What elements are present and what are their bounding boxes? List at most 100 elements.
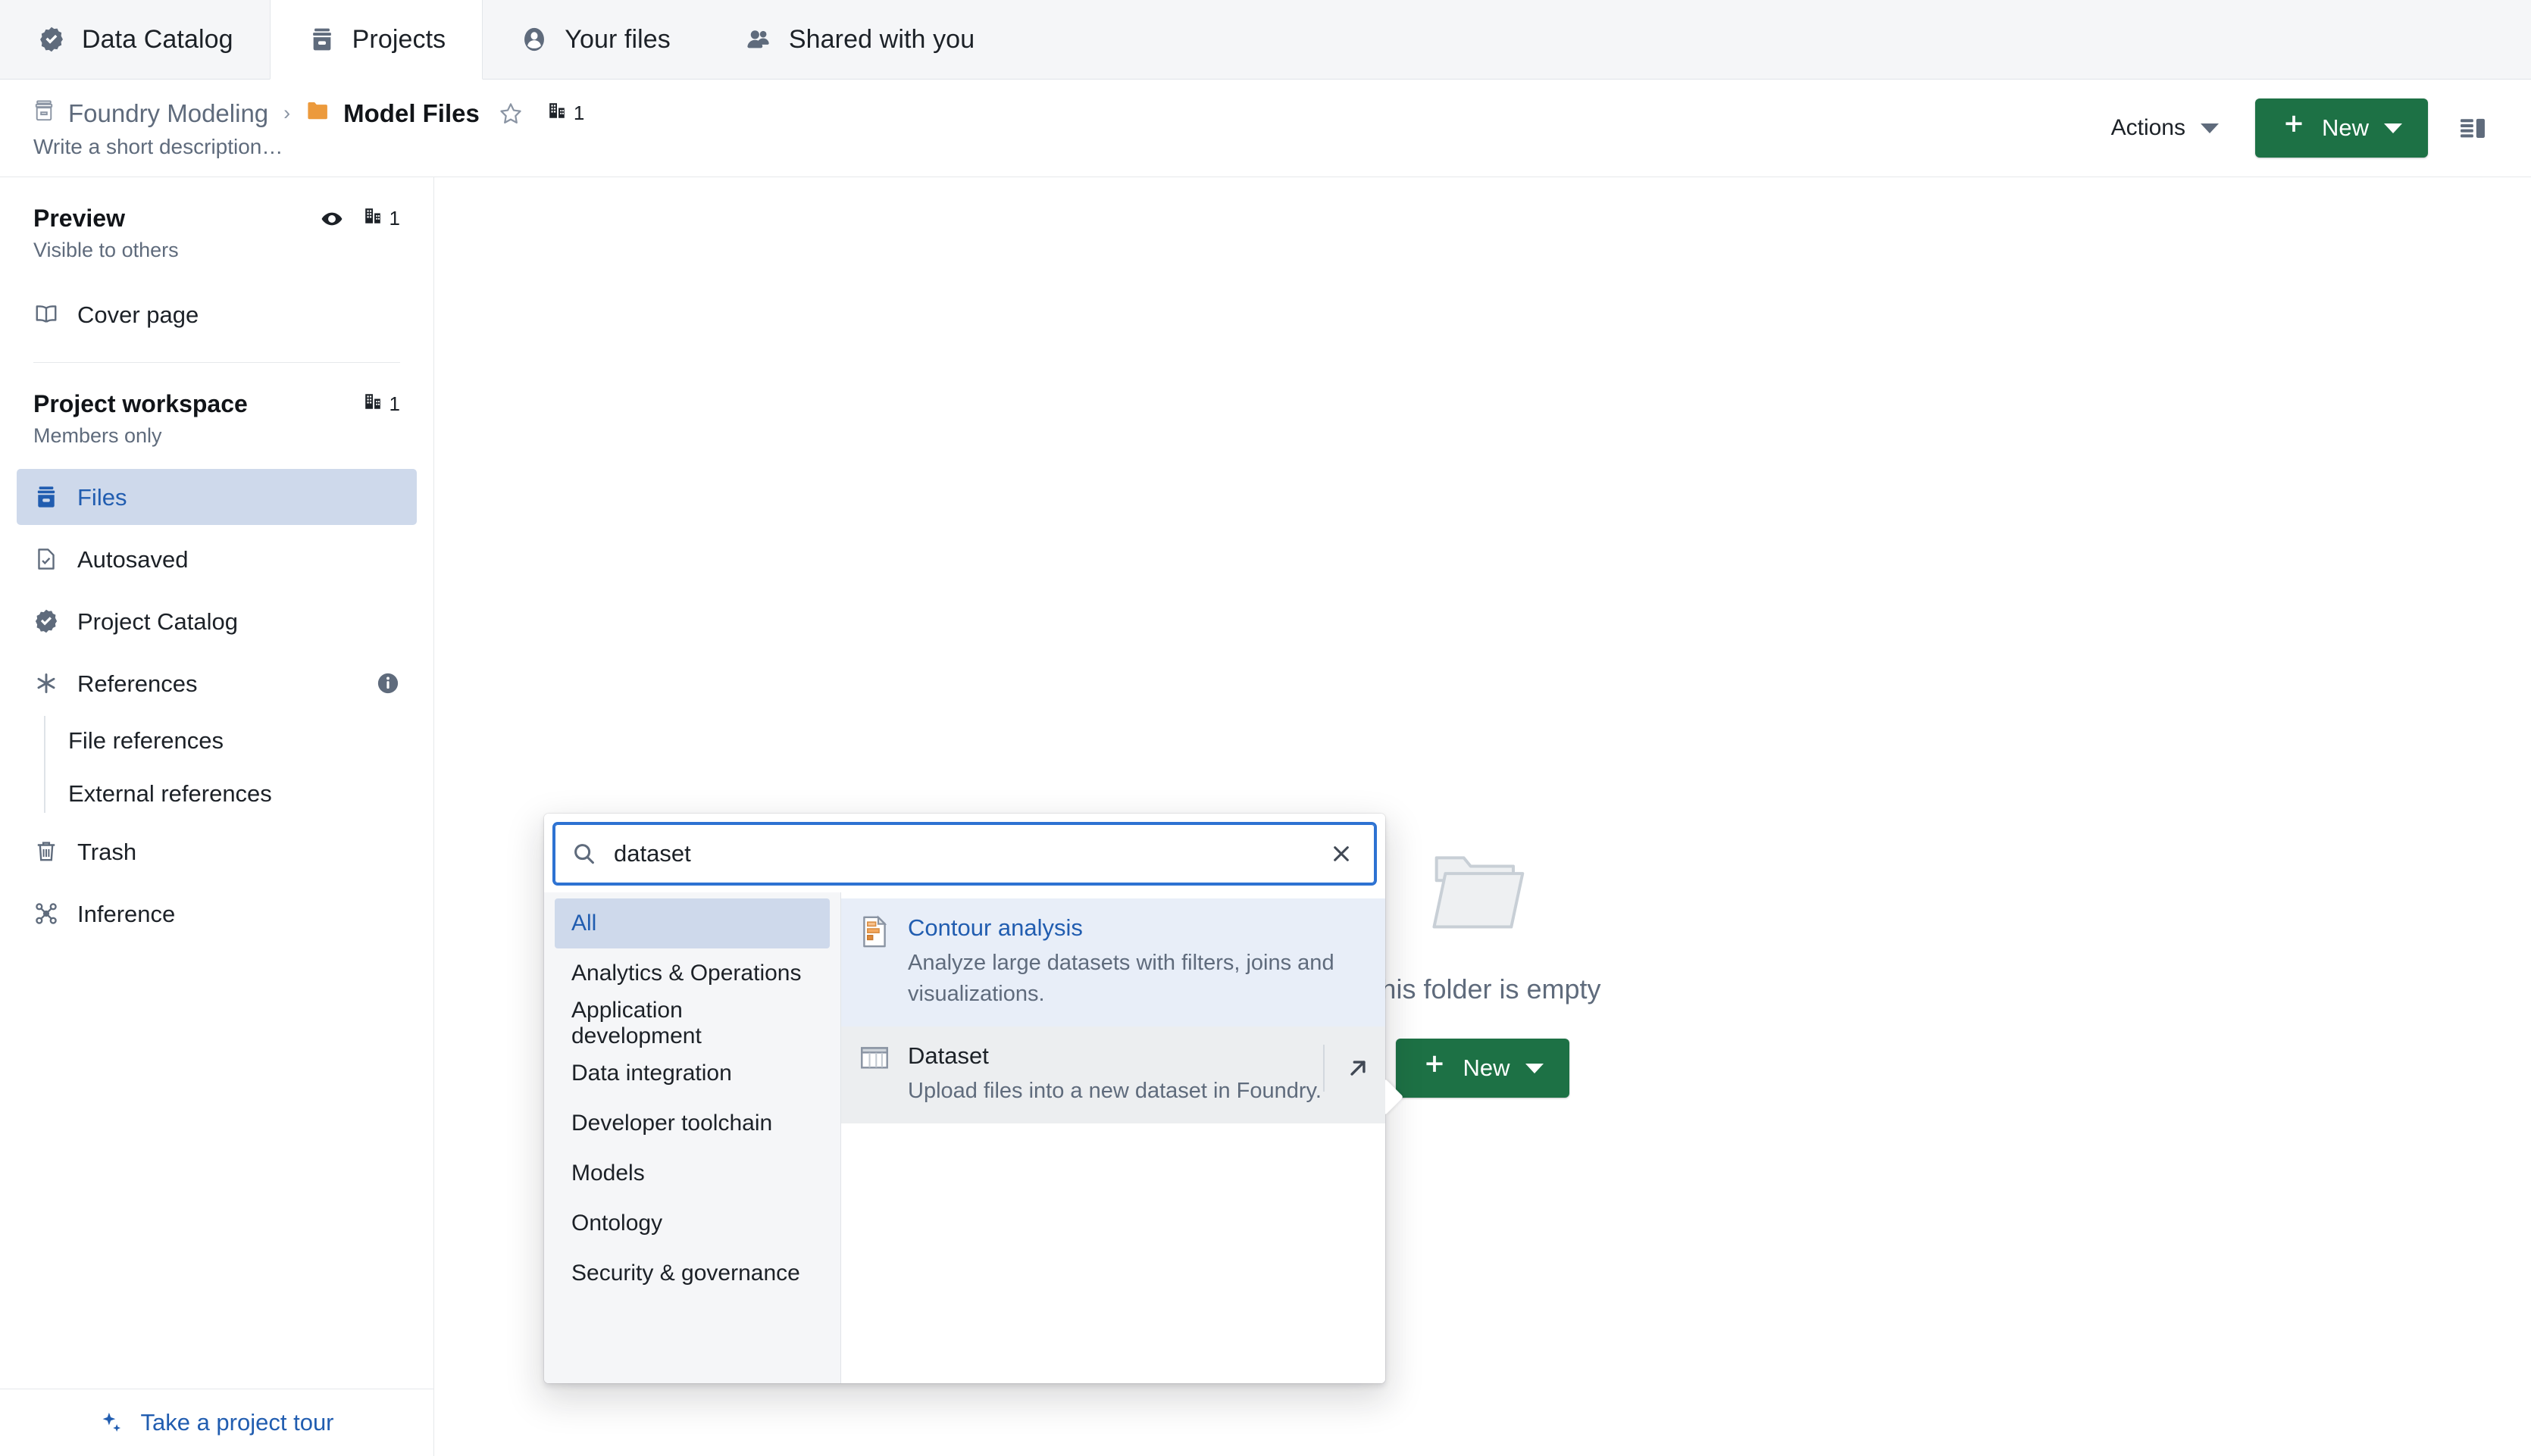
dataset-table-icon bbox=[858, 1043, 891, 1072]
nav-tab-shared-with-you[interactable]: Shared with you bbox=[707, 0, 1011, 79]
sidebar-item-label: Trash bbox=[77, 838, 137, 865]
page-header: Foundry Modeling › Model Files 1 Write a… bbox=[0, 80, 2531, 177]
header-actions: Actions New bbox=[2095, 98, 2498, 158]
result-list: Contour analysis Analyze large datasets … bbox=[841, 892, 1385, 1383]
breadcrumb-line: Foundry Modeling › Model Files 1 bbox=[32, 98, 584, 130]
take-project-tour-label: Take a project tour bbox=[140, 1409, 334, 1436]
breadcrumb-separator: › bbox=[283, 102, 291, 124]
result-text: Contour analysis Analyze large datasets … bbox=[908, 914, 1372, 1010]
category-item-all[interactable]: All bbox=[555, 898, 830, 948]
sidebar-item-label: Files bbox=[77, 483, 127, 511]
sidebar-item-inference[interactable]: Inference bbox=[17, 886, 417, 942]
category-item-security-governance[interactable]: Security & governance bbox=[555, 1248, 830, 1298]
nav-tab-label: Your files bbox=[565, 24, 671, 54]
sidebar-item-autosaved[interactable]: Autosaved bbox=[17, 531, 417, 587]
sidebar-preview-org-badge[interactable]: 1 bbox=[362, 205, 400, 232]
category-label: Data integration bbox=[571, 1061, 732, 1086]
category-label: Analytics & Operations bbox=[571, 961, 802, 986]
sidebar-preview-header: Preview 1 bbox=[33, 205, 400, 233]
book-open-icon bbox=[33, 302, 59, 327]
search-box[interactable] bbox=[555, 824, 1375, 883]
sidebar-preview-org-count: 1 bbox=[389, 207, 400, 230]
sidebar-workspace-org-count: 1 bbox=[389, 392, 400, 415]
organization-count: 1 bbox=[573, 102, 585, 124]
organization-badge[interactable]: 1 bbox=[546, 100, 584, 127]
actions-button-label: Actions bbox=[2110, 115, 2185, 140]
category-label: Security & governance bbox=[571, 1261, 800, 1286]
nav-tab-data-catalog[interactable]: Data Catalog bbox=[0, 0, 270, 79]
chevron-down-icon bbox=[1525, 1063, 1544, 1073]
eye-icon[interactable] bbox=[320, 207, 344, 231]
sidebar-preview-subtitle: Visible to others bbox=[33, 239, 179, 261]
breadcrumb-current[interactable]: Model Files bbox=[305, 98, 480, 130]
sidebar-subitem-external-references[interactable]: External references bbox=[44, 767, 433, 820]
result-divider bbox=[1323, 1045, 1325, 1092]
category-item-data-integration[interactable]: Data integration bbox=[555, 1048, 830, 1098]
empty-state-new-button[interactable]: New bbox=[1396, 1039, 1569, 1098]
sidebar-workspace-org-badge[interactable]: 1 bbox=[362, 391, 400, 417]
sidebar-workspace-meta: 1 bbox=[362, 391, 400, 417]
sidebar-item-files[interactable]: Files bbox=[17, 469, 417, 525]
category-item-developer-toolchain[interactable]: Developer toolchain bbox=[555, 1098, 830, 1148]
right-panel-toggle-icon[interactable] bbox=[2448, 105, 2498, 152]
page-body: Preview 1 Visible to others Cover page P… bbox=[0, 177, 2531, 1456]
category-label: Application development bbox=[571, 998, 702, 1048]
result-item-dataset[interactable]: Dataset Upload files into a new dataset … bbox=[841, 1026, 1385, 1124]
take-project-tour-link[interactable]: Take a project tour bbox=[99, 1409, 334, 1436]
category-item-ontology[interactable]: Ontology bbox=[555, 1198, 830, 1248]
search-input[interactable] bbox=[614, 840, 1308, 867]
actions-button[interactable]: Actions bbox=[2095, 105, 2235, 152]
sidebar-workspace-section: Project workspace 1 Members only bbox=[0, 363, 433, 455]
result-open-external-button[interactable] bbox=[1323, 1042, 1372, 1092]
archive-box-icon bbox=[307, 24, 337, 55]
sidebar-item-project-catalog[interactable]: Project Catalog bbox=[17, 593, 417, 649]
sidebar-item-trash[interactable]: Trash bbox=[17, 823, 417, 880]
result-description: Analyze large datasets with filters, joi… bbox=[908, 950, 1334, 1006]
result-title: Contour analysis bbox=[908, 914, 1083, 941]
sidebar-item-references[interactable]: References bbox=[17, 655, 417, 711]
popover-body: All Analytics & Operations Application d… bbox=[544, 892, 1385, 1383]
result-text: Dataset Upload files into a new dataset … bbox=[908, 1042, 1323, 1107]
graph-nodes-icon bbox=[33, 901, 59, 926]
plus-icon bbox=[1422, 1052, 1447, 1084]
nav-tab-projects[interactable]: Projects bbox=[269, 0, 483, 80]
empty-folder-title: This folder is empty bbox=[1364, 973, 1601, 1005]
category-label: All bbox=[571, 911, 597, 936]
category-item-analytics-operations[interactable]: Analytics & Operations bbox=[555, 948, 830, 998]
archive-box-icon bbox=[33, 484, 59, 510]
organization-icon bbox=[362, 391, 383, 417]
category-label: Ontology bbox=[571, 1211, 663, 1236]
references-info-icon[interactable] bbox=[376, 671, 400, 695]
open-external-icon bbox=[1344, 1055, 1372, 1082]
project-description-input[interactable]: Write a short description… bbox=[32, 135, 584, 159]
plus-icon bbox=[2281, 112, 2307, 144]
contour-document-icon bbox=[858, 915, 891, 948]
sidebar: Preview 1 Visible to others Cover page P… bbox=[0, 177, 434, 1456]
nav-tab-your-files[interactable]: Your files bbox=[483, 0, 707, 79]
popover-search-bar bbox=[544, 814, 1385, 892]
trash-icon bbox=[33, 839, 59, 864]
sidebar-workspace-subtitle: Members only bbox=[33, 424, 162, 447]
category-item-models[interactable]: Models bbox=[555, 1148, 830, 1198]
category-label: Developer toolchain bbox=[571, 1111, 773, 1136]
sidebar-item-label: References bbox=[77, 670, 198, 697]
chevron-down-icon bbox=[2384, 123, 2402, 133]
category-item-application-development[interactable]: Application development bbox=[555, 998, 830, 1048]
new-button-label: New bbox=[2321, 114, 2369, 141]
sidebar-item-label: Project Catalog bbox=[77, 608, 238, 635]
sidebar-item-cover-page[interactable]: Cover page bbox=[17, 286, 417, 342]
result-description: Upload files into a new dataset in Found… bbox=[908, 1078, 1322, 1103]
sidebar-item-label: Cover page bbox=[77, 301, 199, 328]
document-check-icon bbox=[33, 546, 59, 572]
sidebar-subitem-file-references[interactable]: File references bbox=[44, 714, 433, 767]
breadcrumb: Foundry Modeling › Model Files 1 Write a… bbox=[32, 98, 584, 159]
close-icon[interactable] bbox=[1325, 839, 1358, 869]
asterisk-icon bbox=[33, 670, 59, 696]
breadcrumb-root[interactable]: Foundry Modeling bbox=[32, 98, 268, 129]
breadcrumb-root-label: Foundry Modeling bbox=[68, 98, 269, 127]
search-icon bbox=[571, 841, 597, 867]
new-button[interactable]: New bbox=[2254, 98, 2428, 158]
result-item-contour-analysis[interactable]: Contour analysis Analyze large datasets … bbox=[841, 898, 1385, 1027]
star-outline-icon[interactable] bbox=[498, 101, 524, 127]
sidebar-preview-title: Preview bbox=[33, 205, 125, 232]
